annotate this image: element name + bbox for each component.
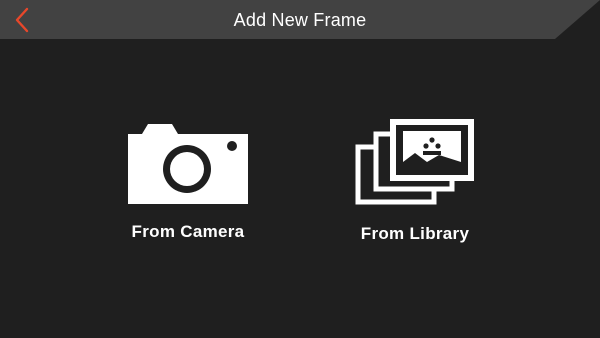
from-camera-button[interactable]: From Camera bbox=[118, 118, 258, 242]
from-camera-label: From Camera bbox=[131, 222, 245, 241]
photo-stack-icon bbox=[355, 119, 474, 205]
from-library-button[interactable]: From Library bbox=[350, 118, 480, 244]
page-title: Add New Frame bbox=[233, 10, 367, 30]
from-library-label: From Library bbox=[360, 224, 470, 243]
camera-icon bbox=[128, 124, 248, 204]
